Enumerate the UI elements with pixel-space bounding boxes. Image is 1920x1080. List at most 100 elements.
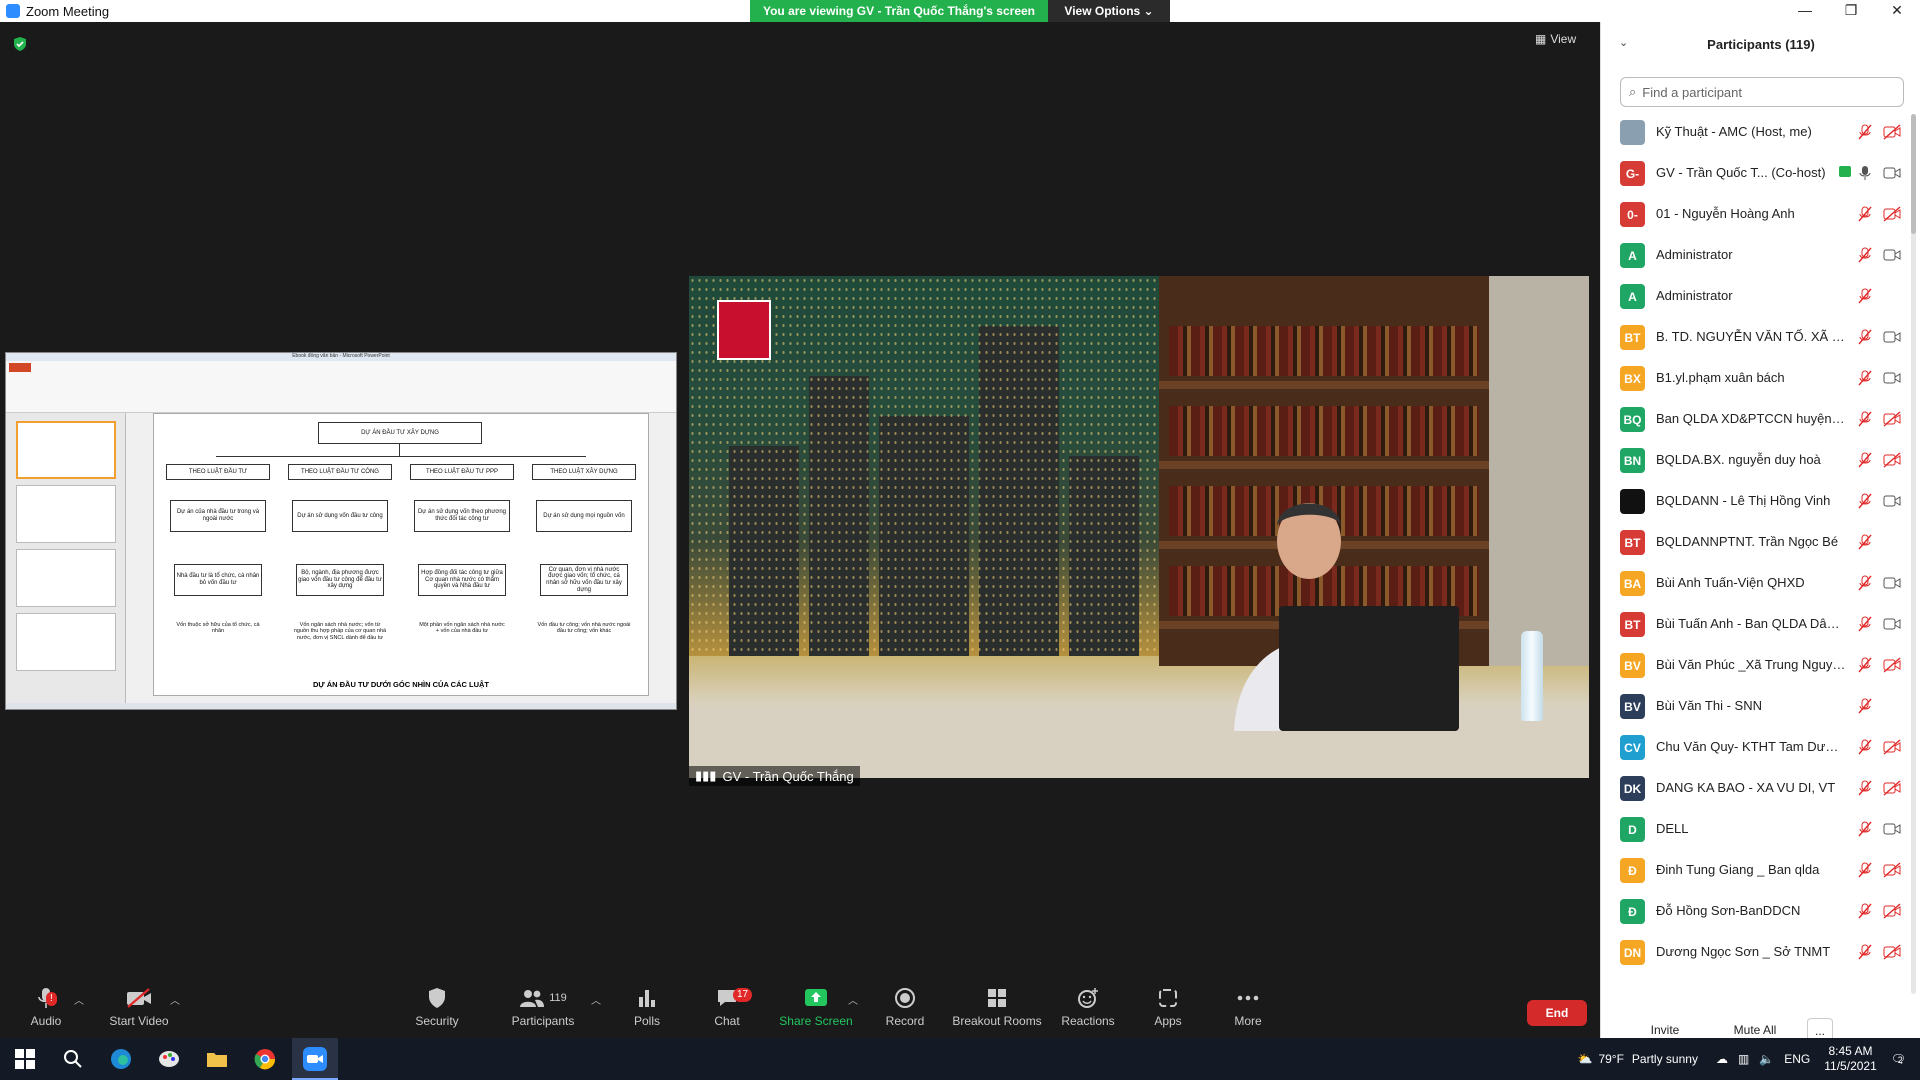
microphone-muted-icon[interactable] bbox=[1857, 534, 1873, 550]
search-icon[interactable] bbox=[60, 1046, 86, 1072]
camera-on-icon[interactable] bbox=[1883, 616, 1901, 632]
participant-list-scrollbar[interactable] bbox=[1911, 114, 1916, 994]
end-meeting-button[interactable]: End bbox=[1527, 1000, 1587, 1026]
microphone-muted-icon[interactable] bbox=[1857, 903, 1873, 919]
microphone-muted-icon[interactable] bbox=[1857, 862, 1873, 878]
participant-row[interactable]: BQ Ban QLDA XD&PTCCN huyện Yê... bbox=[1601, 399, 1909, 440]
onedrive-icon[interactable]: ☁ bbox=[1716, 1052, 1728, 1066]
camera-off-icon[interactable] bbox=[1883, 903, 1901, 919]
camera-on-icon[interactable] bbox=[1883, 329, 1901, 345]
share-options-caret[interactable]: ︿ bbox=[848, 992, 858, 1007]
participants-options-caret[interactable]: ︿ bbox=[591, 992, 601, 1007]
participant-row[interactable]: DN Dương Ngọc Sơn _ Sở TNMT bbox=[1601, 932, 1909, 973]
participants-button[interactable]: 119 Participants bbox=[503, 986, 583, 1028]
participant-row[interactable]: Đ Đinh Tung Giang _ Ban qlda bbox=[1601, 850, 1909, 891]
edge-browser-icon[interactable] bbox=[108, 1046, 134, 1072]
participant-row[interactable]: BQLDANN - Lê Thị Hồng Vinh bbox=[1601, 481, 1909, 522]
microphone-on-icon[interactable] bbox=[1857, 165, 1873, 181]
zoom-taskbar-button[interactable] bbox=[292, 1038, 338, 1080]
polls-button[interactable]: Polls bbox=[607, 986, 687, 1028]
participant-row[interactable]: BT Bùi Tuấn Anh - Ban QLDA Dân d... bbox=[1601, 604, 1909, 645]
scrollbar-thumb[interactable] bbox=[1911, 114, 1916, 234]
shared-screen[interactable]: Ebook đồng văn bản - Microsoft PowerPoin… bbox=[5, 352, 677, 710]
microphone-muted-icon[interactable] bbox=[1857, 575, 1873, 591]
microphone-muted-icon[interactable] bbox=[1857, 739, 1873, 755]
participant-row[interactable]: DK DANG KA BAO - XA VU DI, VT bbox=[1601, 768, 1909, 809]
record-button[interactable]: Record bbox=[865, 986, 945, 1028]
microphone-muted-icon[interactable] bbox=[1857, 944, 1873, 960]
windows-start-icon[interactable] bbox=[12, 1046, 38, 1072]
restore-icon[interactable]: ❐ bbox=[1828, 0, 1874, 22]
video-options-caret[interactable]: ︿ bbox=[170, 992, 180, 1007]
participant-row[interactable]: CV Chu Văn Quy- KTHT Tam Dương bbox=[1601, 727, 1909, 768]
participant-row[interactable]: 0- 01 - Nguyễn Hoàng Anh bbox=[1601, 194, 1909, 235]
participant-row[interactable]: BX B1.yl.phạm xuân bách bbox=[1601, 358, 1909, 399]
participant-row[interactable]: Đ Đỗ Hồng Sơn-BanDDCN bbox=[1601, 891, 1909, 932]
share-screen-button[interactable]: Share Screen bbox=[776, 986, 856, 1028]
reactions-button[interactable]: Reactions bbox=[1048, 986, 1128, 1028]
camera-off-icon[interactable] bbox=[1883, 944, 1901, 960]
file-explorer-icon[interactable] bbox=[204, 1046, 230, 1072]
more-button[interactable]: More bbox=[1208, 986, 1288, 1028]
chevron-down-icon[interactable]: ⌄ bbox=[1619, 36, 1628, 49]
weather-text[interactable]: Partly sunny bbox=[1632, 1052, 1698, 1066]
camera-on-icon[interactable] bbox=[1883, 493, 1901, 509]
camera-off-icon[interactable] bbox=[1883, 124, 1901, 140]
encryption-shield-icon[interactable] bbox=[12, 36, 28, 52]
notification-center-icon[interactable]: 🗨 2 bbox=[1891, 1052, 1906, 1066]
microphone-muted-icon[interactable] bbox=[1857, 124, 1873, 140]
microphone-muted-icon[interactable] bbox=[1857, 657, 1873, 673]
breakout-rooms-button[interactable]: Breakout Rooms bbox=[952, 986, 1042, 1028]
microphone-muted-icon[interactable] bbox=[1857, 821, 1873, 837]
participant-row[interactable]: A Administrator bbox=[1601, 276, 1909, 317]
camera-off-icon[interactable] bbox=[1883, 657, 1901, 673]
microphone-muted-icon[interactable] bbox=[1857, 288, 1873, 304]
speaker-video[interactable] bbox=[689, 276, 1589, 778]
participant-row[interactable]: Kỹ Thuật - AMC (Host, me) bbox=[1601, 112, 1909, 153]
participant-row[interactable]: G- GV - Trần Quốc T... (Co-host) bbox=[1601, 153, 1909, 194]
view-options-button[interactable]: View Options ⌄ bbox=[1048, 0, 1170, 22]
clock[interactable]: 8:45 AM 11/5/2021 bbox=[1824, 1044, 1877, 1074]
participant-row[interactable]: BA Bùi Anh Tuấn-Viện QHXD bbox=[1601, 563, 1909, 604]
participant-row[interactable]: BT B. TD. NGUYỄN VĂN TỐ. XÃ VÂ... bbox=[1601, 317, 1909, 358]
close-icon[interactable]: ✕ bbox=[1874, 0, 1920, 22]
microphone-muted-icon[interactable] bbox=[1857, 206, 1873, 222]
participant-row[interactable]: BT BQLDANNPTNT. Trần Ngọc Bé bbox=[1601, 522, 1909, 563]
language-indicator[interactable]: ENG bbox=[1784, 1052, 1810, 1066]
view-button[interactable]: ▦ View bbox=[1535, 32, 1576, 46]
participant-row[interactable]: BN BQLDA.BX. nguyễn duy hoà bbox=[1601, 440, 1909, 481]
camera-off-icon[interactable] bbox=[1883, 739, 1901, 755]
speaker-icon[interactable]: 🔈 bbox=[1759, 1052, 1774, 1066]
audio-options-caret[interactable]: ︿ bbox=[74, 992, 84, 1007]
start-video-button[interactable]: Start Video bbox=[99, 986, 179, 1028]
paint-app-icon[interactable] bbox=[156, 1046, 182, 1072]
camera-on-icon[interactable] bbox=[1883, 370, 1901, 386]
participant-row[interactable]: BV Bùi Văn Thi - SNN bbox=[1601, 686, 1909, 727]
participant-search-input[interactable]: ⌕ Find a participant bbox=[1620, 77, 1904, 107]
camera-on-icon[interactable] bbox=[1883, 575, 1901, 591]
minimize-icon[interactable]: — bbox=[1782, 0, 1828, 22]
microphone-muted-icon[interactable] bbox=[1857, 493, 1873, 509]
chat-button[interactable]: Chat bbox=[687, 986, 767, 1028]
camera-off-icon[interactable] bbox=[1883, 206, 1901, 222]
apps-button[interactable]: Apps bbox=[1128, 986, 1208, 1028]
camera-on-icon[interactable] bbox=[1883, 247, 1901, 263]
microphone-muted-icon[interactable] bbox=[1857, 247, 1873, 263]
microphone-muted-icon[interactable] bbox=[1857, 411, 1873, 427]
camera-off-icon[interactable] bbox=[1883, 862, 1901, 878]
chrome-icon[interactable] bbox=[252, 1046, 278, 1072]
microphone-muted-icon[interactable] bbox=[1857, 780, 1873, 796]
microphone-muted-icon[interactable] bbox=[1857, 616, 1873, 632]
microphone-muted-icon[interactable] bbox=[1857, 452, 1873, 468]
camera-off-icon[interactable] bbox=[1883, 452, 1901, 468]
security-button[interactable]: Security bbox=[397, 986, 477, 1028]
network-icon[interactable]: ▥ bbox=[1738, 1052, 1749, 1066]
microphone-muted-icon[interactable] bbox=[1857, 370, 1873, 386]
participant-row[interactable]: BV Bùi Văn Phúc _Xã Trung Nguyên bbox=[1601, 645, 1909, 686]
camera-off-icon[interactable] bbox=[1883, 411, 1901, 427]
camera-on-icon[interactable] bbox=[1883, 821, 1901, 837]
participant-row[interactable]: D DELL bbox=[1601, 809, 1909, 850]
weather-temp[interactable]: 79°F bbox=[1598, 1052, 1623, 1066]
microphone-muted-icon[interactable] bbox=[1857, 329, 1873, 345]
camera-on-icon[interactable] bbox=[1883, 165, 1901, 181]
